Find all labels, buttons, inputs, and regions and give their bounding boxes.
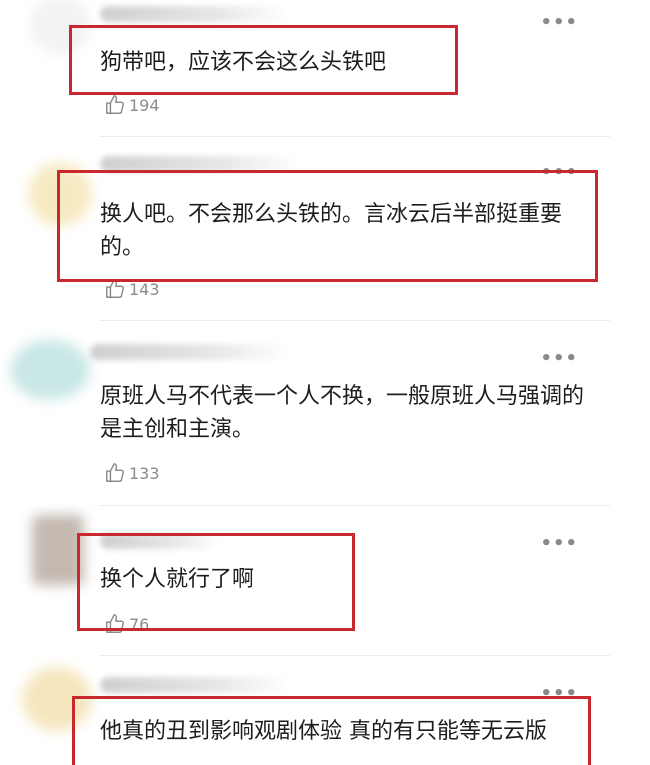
username-blurred[interactable] — [100, 6, 290, 22]
more-options-icon[interactable]: ••• — [540, 535, 578, 553]
highlight-box — [57, 170, 598, 282]
like-button[interactable]: 194 — [104, 94, 160, 116]
like-count: 143 — [129, 279, 160, 299]
like-count: 133 — [129, 463, 160, 483]
like-button[interactable]: 133 — [104, 462, 160, 484]
thumbs-up-icon — [106, 463, 124, 482]
avatar[interactable] — [10, 340, 90, 400]
like-count: 194 — [129, 95, 160, 115]
more-options-icon[interactable]: ••• — [540, 14, 578, 32]
thumbs-up-icon — [106, 95, 124, 114]
comment-text: 原班人马不代表一个人不换，一般原班人马强调的是主创和主演。 — [100, 384, 585, 442]
highlight-box — [77, 533, 355, 631]
comment-item: ••• 原班人马不代表一个人不换，一般原班人马强调的是主创和主演。 133 — [0, 320, 650, 506]
highlight-box — [69, 25, 458, 95]
divider — [100, 136, 610, 137]
username-blurred[interactable] — [100, 677, 290, 693]
more-options-icon[interactable]: ••• — [540, 350, 578, 368]
highlight-box — [72, 696, 591, 765]
username-blurred[interactable] — [90, 344, 290, 360]
